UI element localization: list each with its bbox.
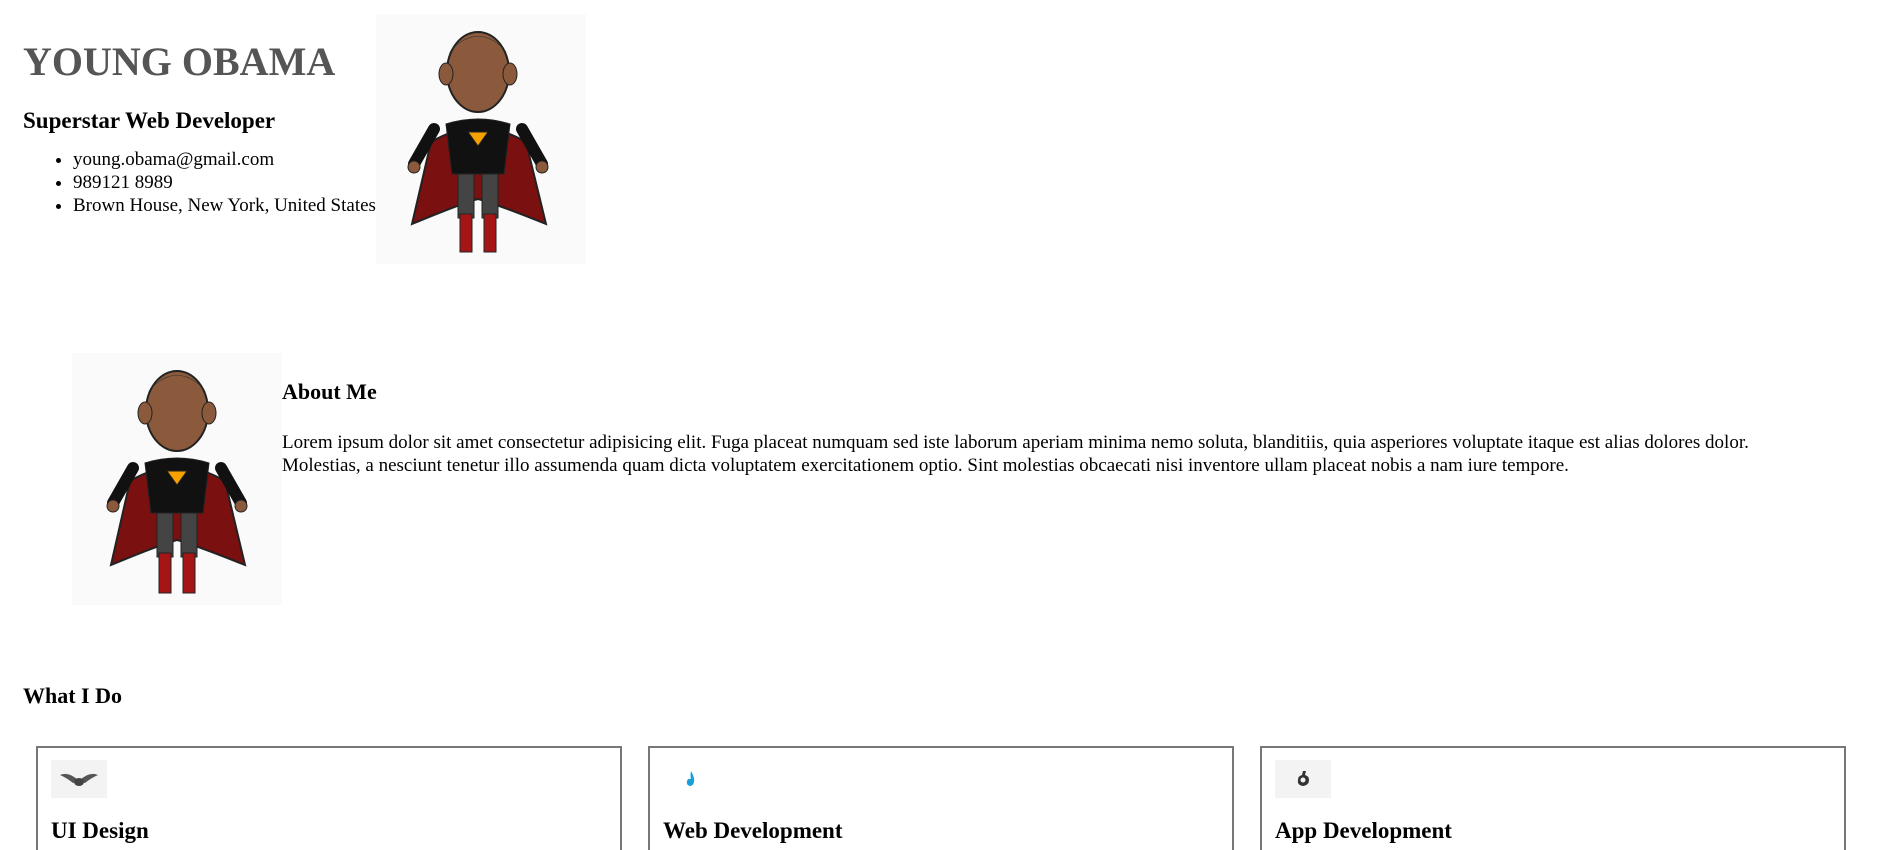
about-avatar-image bbox=[72, 353, 282, 605]
contact-phone: 989121 8989 bbox=[73, 171, 376, 194]
service-card-web-development: Web Development bbox=[648, 746, 1234, 850]
service-name-ui-design: UI Design bbox=[51, 818, 149, 843]
superhero-avatar-image bbox=[375, 14, 586, 264]
services-title: What I Do bbox=[23, 683, 123, 708]
service-name-web-development: Web Development bbox=[663, 818, 843, 843]
contact-address: Brown House, New York, United States bbox=[73, 194, 376, 217]
profile-header: YOUNG OBAMA Superstar Web Developer youn… bbox=[23, 14, 586, 264]
service-card-ui-design: UI Design bbox=[36, 746, 622, 850]
flame-icon-graphic bbox=[686, 771, 695, 786]
about-section: About Me Lorem ipsum dolor sit amet cons… bbox=[72, 353, 1802, 605]
about-title: About Me bbox=[282, 379, 377, 404]
service-card-app-development: App Development bbox=[1260, 746, 1846, 850]
contact-list: young.obama@gmail.com 989121 8989 Brown … bbox=[23, 148, 376, 217]
wings-icon-graphic bbox=[60, 773, 98, 786]
flame-icon bbox=[663, 760, 719, 798]
profile-text: YOUNG OBAMA Superstar Web Developer youn… bbox=[23, 42, 376, 217]
service-name-app-development: App Development bbox=[1275, 818, 1452, 843]
profile-name: YOUNG OBAMA bbox=[23, 39, 336, 84]
gear-icon-graphic bbox=[1297, 771, 1309, 786]
wings-icon bbox=[51, 760, 107, 798]
contact-email: young.obama@gmail.com bbox=[73, 148, 376, 171]
profile-role: Superstar Web Developer bbox=[23, 108, 276, 133]
gear-icon bbox=[1275, 760, 1331, 798]
services-list: UI Design Web Development App Developmen… bbox=[36, 746, 1846, 850]
about-body: Lorem ipsum dolor sit amet consectetur a… bbox=[282, 432, 1749, 476]
about-text: About Me Lorem ipsum dolor sit amet cons… bbox=[282, 379, 1802, 477]
